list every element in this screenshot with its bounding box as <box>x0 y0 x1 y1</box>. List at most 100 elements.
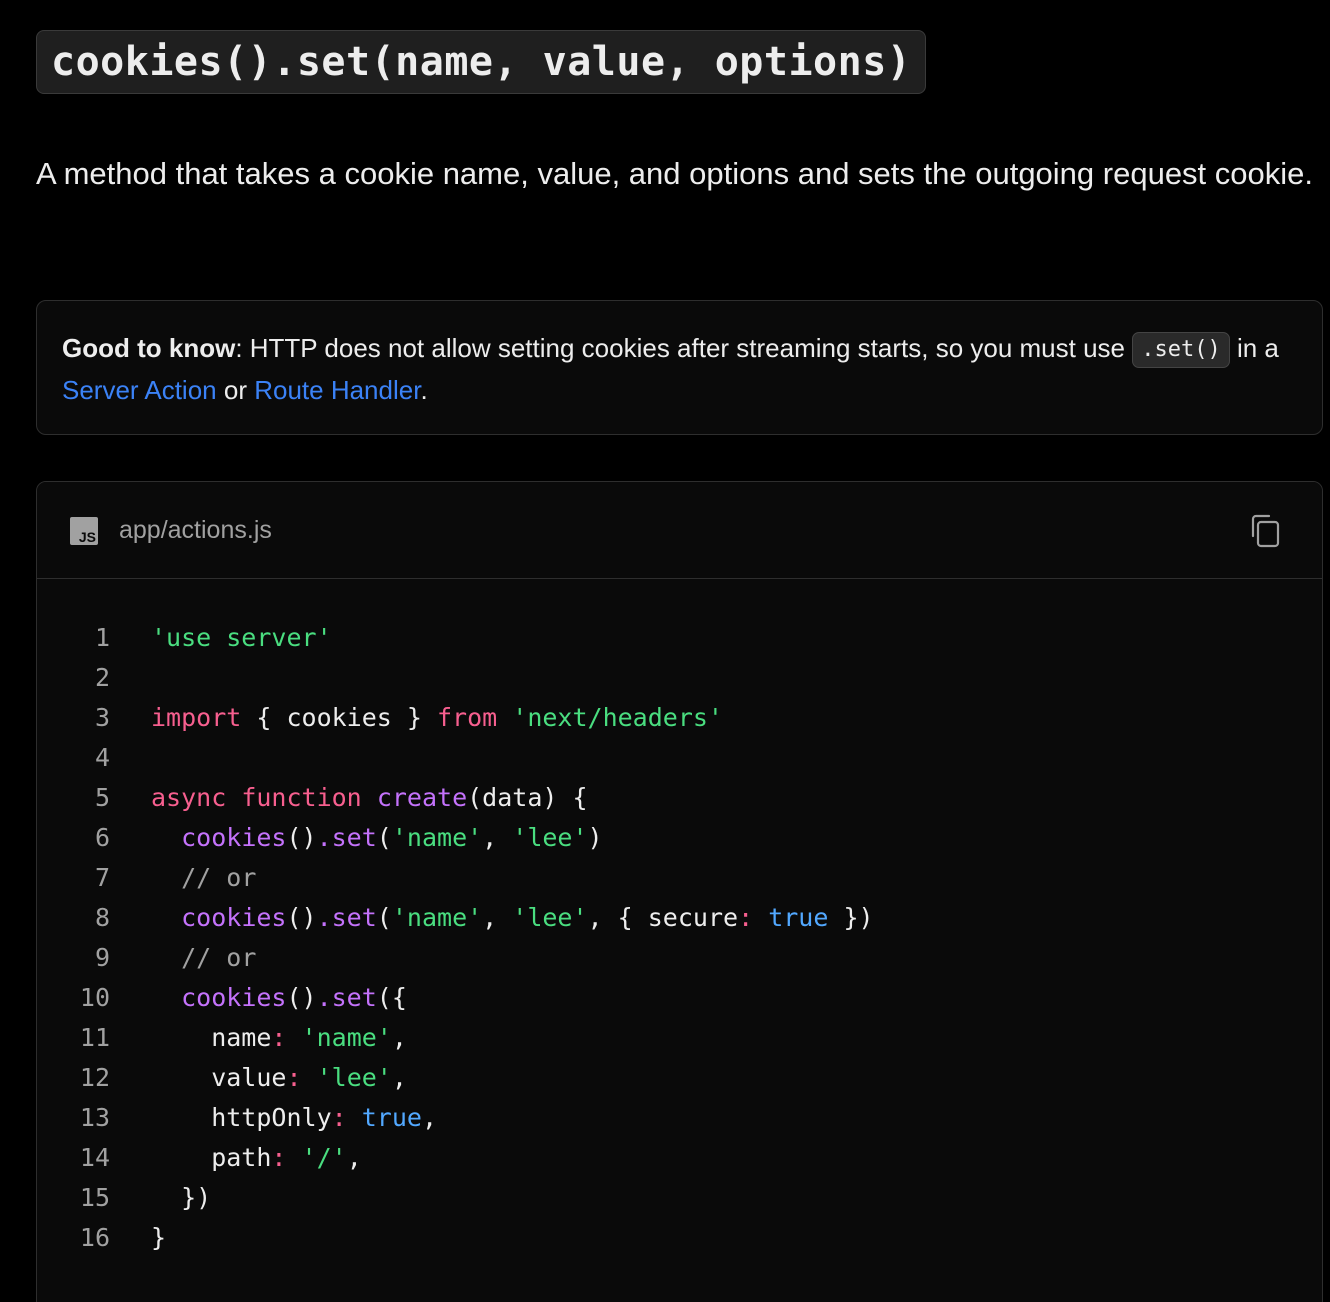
line-number: 9 <box>94 943 110 972</box>
code-token: cookies <box>181 823 287 852</box>
code-token: 'name' <box>391 903 483 932</box>
callout-text-or: or <box>216 375 255 405</box>
server-action-link[interactable]: Server Action <box>62 375 217 405</box>
code-token: true <box>768 903 829 932</box>
line-number: 5 <box>94 783 110 812</box>
line-number: 14 <box>79 1143 110 1172</box>
line-number: 8 <box>94 903 110 932</box>
code-token: import <box>151 703 242 732</box>
js-file-icon: JS <box>70 517 98 545</box>
code-token: , <box>346 1143 362 1172</box>
code-token: .set <box>316 823 377 852</box>
inline-code-set: .set() <box>1132 332 1230 368</box>
code-token: } <box>151 1223 167 1252</box>
line-number: 3 <box>94 703 110 732</box>
copy-button[interactable] <box>1248 512 1284 550</box>
code-token: .set <box>316 903 377 932</box>
code-token: // or <box>181 863 257 892</box>
code-token: httpOnly <box>151 1103 332 1132</box>
code-token: , <box>391 1023 407 1052</box>
code-text: // or <box>110 938 256 978</box>
code-token: ( <box>376 903 392 932</box>
callout-label: Good to know <box>62 333 236 363</box>
good-to-know-callout: Good to know: HTTP does not allow settin… <box>36 300 1323 435</box>
code-token: path <box>151 1143 272 1172</box>
code-token: : <box>738 903 754 932</box>
method-signature: cookies().set(name, value, options) <box>51 39 912 85</box>
code-token: , <box>482 823 513 852</box>
code-token: from <box>436 703 498 732</box>
code-token: () <box>286 903 317 932</box>
code-line: 15 }) <box>37 1178 1322 1218</box>
code-token: , <box>421 1103 438 1132</box>
code-text: path: '/', <box>110 1138 362 1178</box>
code-token: , <box>482 903 513 932</box>
line-number: 6 <box>94 823 110 852</box>
code-text: cookies().set('name', 'lee', { secure: t… <box>110 898 873 938</box>
code-text: 'use server' <box>110 618 332 658</box>
code-token: , <box>391 1063 407 1092</box>
code-token: , { secure <box>587 903 739 932</box>
code-line: 16} <box>37 1218 1322 1258</box>
code-text: // or <box>110 858 256 898</box>
code-text: httpOnly: true, <box>110 1098 437 1138</box>
code-token: name <box>151 1023 272 1052</box>
line-number: 10 <box>79 983 110 1012</box>
code-line: 5 async function create(data) { <box>37 778 1322 818</box>
code-line: 6 cookies().set('name', 'lee') <box>37 818 1322 858</box>
line-number: 7 <box>94 863 110 892</box>
code-line: 4 <box>37 738 1322 778</box>
code-line: 8 cookies().set('name', 'lee', { secure:… <box>37 898 1322 938</box>
code-text: cookies().set({ <box>110 978 407 1018</box>
code-block: JS app/actions.js 1 'use server' 2 3 import … <box>36 481 1323 1302</box>
code-line: 9 // or <box>37 938 1322 978</box>
line-number: 13 <box>79 1103 110 1132</box>
code-filename: app/actions.js <box>119 516 272 544</box>
code-token: .set <box>316 983 377 1012</box>
line-number: 1 <box>94 623 110 652</box>
js-badge-text: JS <box>78 529 96 545</box>
route-handler-link[interactable]: Route Handler <box>254 375 420 405</box>
code-text: cookies().set('name', 'lee') <box>110 818 603 858</box>
code-token: 'use server' <box>151 623 332 652</box>
method-description: A method that takes a cookie name, value… <box>36 156 1314 191</box>
method-heading: cookies().set(name, value, options) <box>36 30 927 94</box>
code-token: 'lee' <box>512 823 588 852</box>
code-token: function <box>241 783 362 812</box>
code-token: }) <box>151 1183 212 1212</box>
code-token: 'lee' <box>316 1063 392 1092</box>
code-token: 'lee' <box>512 903 588 932</box>
code-token: { cookies } <box>241 703 437 732</box>
code-token: async <box>151 783 227 812</box>
code-token: create <box>376 783 468 812</box>
code-line: 2 <box>37 658 1322 698</box>
code-token: () <box>286 983 317 1012</box>
code-token: value <box>151 1063 287 1092</box>
code-token: : <box>271 1023 287 1052</box>
code-text: value: 'lee', <box>110 1058 407 1098</box>
line-number: 15 <box>79 1183 110 1212</box>
code-text: import { cookies } from 'next/headers' <box>110 698 723 738</box>
code-text: }) <box>110 1178 211 1218</box>
code-line: 11 name: 'name', <box>37 1018 1322 1058</box>
code-line: 1 'use server' <box>37 618 1322 658</box>
line-number: 2 <box>94 663 110 692</box>
line-number: 11 <box>79 1023 110 1052</box>
code-token: : <box>271 1143 287 1172</box>
code-token: 'name' <box>391 823 483 852</box>
callout-text-end: . <box>420 375 428 405</box>
code-token: ) <box>587 823 603 852</box>
code-token: : <box>286 1063 302 1092</box>
